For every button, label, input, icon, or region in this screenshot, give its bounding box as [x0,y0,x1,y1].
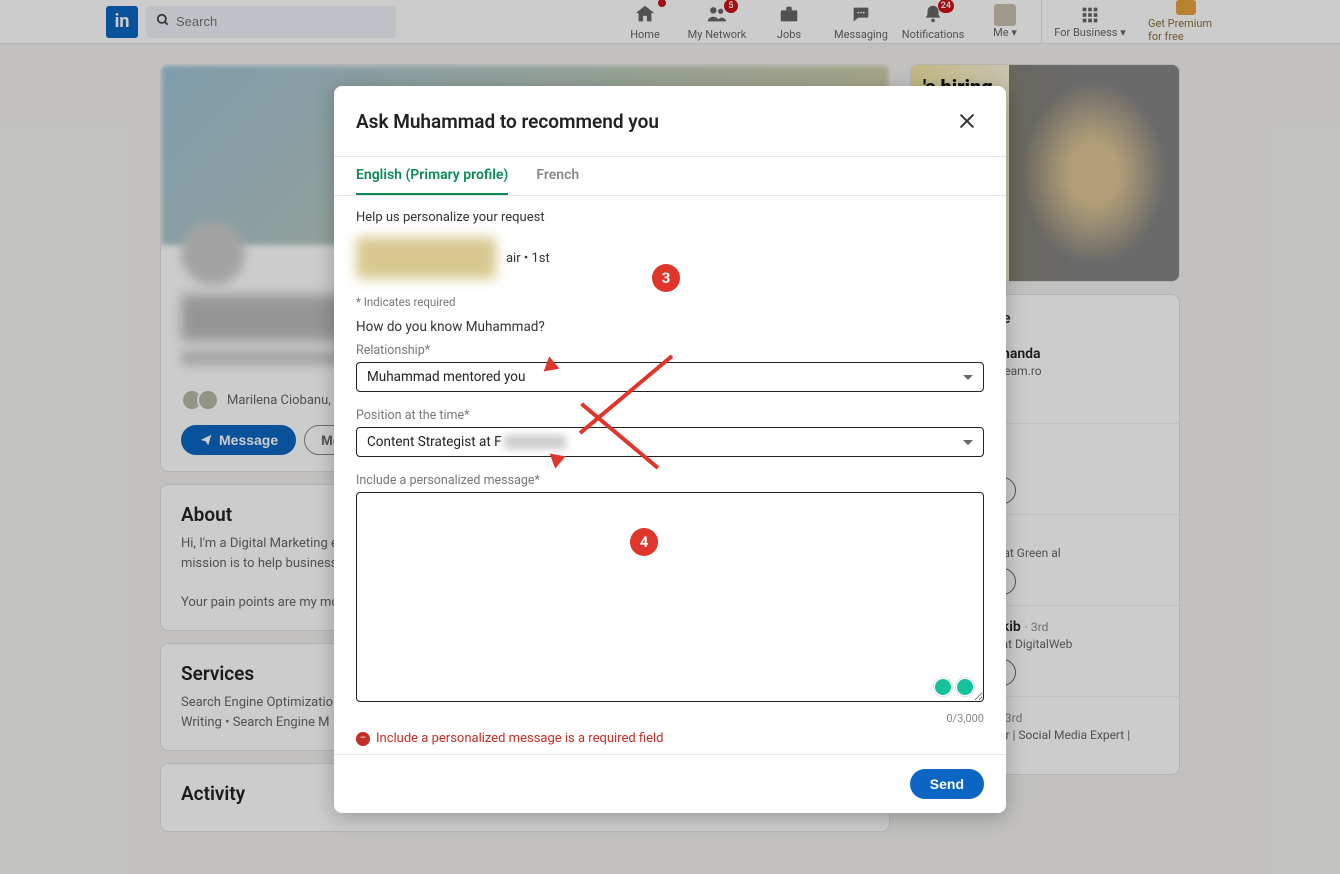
modal-title: Ask Muhammad to recommend you [356,110,659,133]
relationship-value: Muhammad mentored you [367,369,525,385]
error-icon: – [356,732,370,746]
relationship-select[interactable]: Muhammad mentored you [356,362,984,392]
error-message: – Include a personalized message is a re… [356,731,984,746]
tab-english[interactable]: English (Primary profile) [356,157,508,195]
language-tabs: English (Primary profile) French [334,157,1006,196]
recommend-modal: Ask Muhammad to recommend you English (P… [334,86,1006,813]
recommender-photo-redacted [356,237,496,279]
connection-degree: air • 1st [506,251,550,266]
close-button[interactable] [950,104,984,138]
position-label: Position at the time* [356,408,984,423]
chevron-down-icon [963,440,973,445]
message-textarea[interactable] [356,492,984,702]
send-button[interactable]: Send [910,769,984,799]
help-text: Help us personalize your request [356,210,984,225]
grammarly-icon [934,678,952,696]
required-note: * Indicates required [356,295,984,309]
close-icon [957,111,977,131]
position-value: Content Strategist at F [367,434,566,450]
tab-french[interactable]: French [536,157,579,195]
relationship-label: Relationship* [356,343,984,358]
grammarly-icon [956,678,974,696]
grammarly-widget[interactable] [934,678,974,696]
message-label: Include a personalized message* [356,473,984,488]
position-value-redacted [504,435,566,449]
chevron-down-icon [963,375,973,380]
how-know-question: How do you know Muhammad? [356,319,984,335]
position-select[interactable]: Content Strategist at F [356,427,984,457]
char-counter: 0/3,000 [356,712,984,725]
